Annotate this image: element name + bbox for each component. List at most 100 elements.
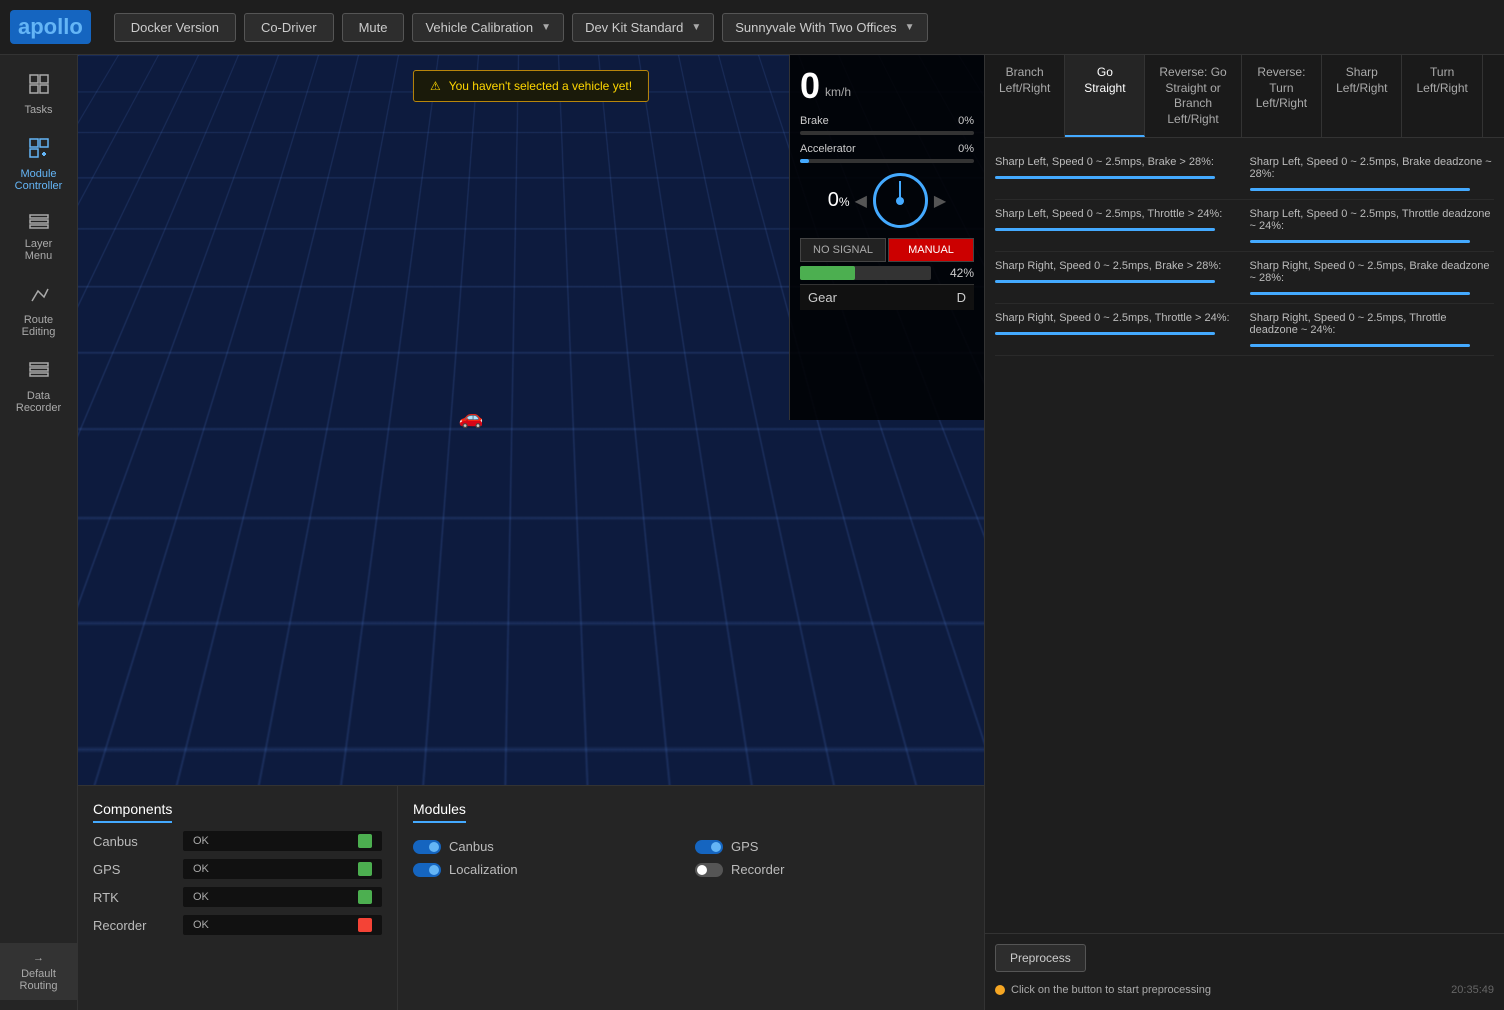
sidebar-item-route-editing[interactable]: RouteEditing: [0, 275, 77, 346]
toggle-thumb: [429, 865, 439, 875]
route-tab[interactable]: BranchLeft/Right: [985, 55, 1065, 137]
warning-text: You haven't selected a vehicle yet!: [449, 79, 632, 93]
calib-right: Sharp Left, Speed 0 ~ 2.5mps, Throttle d…: [1250, 208, 1495, 243]
status-dot: [358, 834, 372, 848]
route-tabs: BranchLeft/RightGoStraightReverse: GoStr…: [985, 55, 1504, 138]
sidebar-item-data-recorder[interactable]: DataRecorder: [0, 351, 77, 422]
component-name: Recorder: [93, 918, 183, 933]
log-dot-icon: [995, 985, 1005, 995]
hud-panel: 0 km/h Brake 0% Accelerator 0%: [789, 55, 984, 420]
route-editing-icon: [28, 283, 50, 310]
status-dot: [358, 862, 372, 876]
left-sidebar: Tasks ModuleController LayerMenu RouteEd…: [0, 55, 78, 1010]
components-title: Components: [93, 801, 172, 823]
layer-menu-icon: [28, 213, 50, 234]
gear-label: Gear: [808, 290, 837, 305]
module-toggle[interactable]: [695, 840, 723, 854]
docker-version-button[interactable]: Docker Version: [114, 13, 236, 42]
sidebar-bottom: → DefaultRouting: [0, 943, 77, 1000]
sidebar-item-tasks[interactable]: Tasks: [0, 65, 77, 124]
calib-left: Sharp Left, Speed 0 ~ 2.5mps, Throttle >…: [995, 208, 1250, 243]
status-dot: [358, 890, 372, 904]
component-status: OK: [183, 915, 382, 935]
sidebar-item-label: LayerMenu: [25, 238, 53, 262]
calibration-row: Sharp Left, Speed 0 ~ 2.5mps, Brake > 28…: [995, 148, 1494, 200]
brake-gauge: [800, 131, 974, 135]
sidebar-item-layer-menu[interactable]: LayerMenu: [0, 205, 77, 270]
calib-label-left: Sharp Left, Speed 0 ~ 2.5mps, Throttle >…: [995, 208, 1240, 220]
component-name: Canbus: [93, 834, 183, 849]
module-toggle[interactable]: [413, 840, 441, 854]
route-tab[interactable]: TurnLeft/Right: [1402, 55, 1482, 137]
tasks-icon: [28, 73, 50, 100]
preprocess-section: Preprocess Click on the button to start …: [985, 933, 1504, 1010]
vehicle-icon: 🚗: [459, 405, 484, 430]
sidebar-item-label: Tasks: [24, 104, 52, 116]
component-status: OK: [183, 887, 382, 907]
dev-kit-dropdown[interactable]: Dev Kit Standard ▼: [572, 13, 714, 42]
co-driver-button[interactable]: Co-Driver: [244, 13, 334, 42]
gear-value: D: [957, 290, 966, 305]
steering-right-icon[interactable]: ▶: [934, 191, 946, 211]
accel-val: 0%: [958, 143, 974, 155]
speed-unit: km/h: [825, 85, 851, 99]
top-nav: apollo Docker Version Co-Driver Mute Veh…: [0, 0, 1504, 55]
accel-fill: [800, 159, 809, 163]
component-row: RTK OK: [93, 887, 382, 907]
module-label: GPS: [731, 839, 758, 854]
modules-title: Modules: [413, 801, 466, 823]
calib-bar: [1250, 240, 1470, 243]
route-tab[interactable]: SharpLeft/Right: [1322, 55, 1402, 137]
module-toggle[interactable]: [695, 863, 723, 877]
status-text: OK: [193, 835, 209, 847]
calib-right: Sharp Right, Speed 0 ~ 2.5mps, Brake dea…: [1250, 260, 1495, 295]
sidebar-item-module-controller[interactable]: ModuleController: [0, 129, 77, 200]
battery-bar: [800, 266, 931, 280]
data-recorder-icon: [28, 359, 50, 386]
calib-right: Sharp Right, Speed 0 ~ 2.5mps, Throttle …: [1250, 312, 1495, 347]
module-toggle[interactable]: [413, 863, 441, 877]
calib-label-right: Sharp Left, Speed 0 ~ 2.5mps, Brake dead…: [1250, 156, 1495, 180]
brake-val: 0%: [958, 115, 974, 127]
calib-bar: [995, 280, 1215, 283]
calib-left: Sharp Right, Speed 0 ~ 2.5mps, Brake > 2…: [995, 260, 1250, 295]
vehicle-calibration-dropdown[interactable]: Vehicle Calibration ▼: [412, 13, 564, 42]
calib-label-right: Sharp Left, Speed 0 ~ 2.5mps, Throttle d…: [1250, 208, 1495, 232]
preprocess-button[interactable]: Preprocess: [995, 944, 1086, 972]
route-tab[interactable]: Reverse:TurnLeft/Right: [1242, 55, 1322, 137]
sidebar-item-default-routing[interactable]: → DefaultRouting: [0, 944, 77, 1000]
calib-bar: [995, 228, 1215, 231]
right-panel: BranchLeft/RightGoStraightReverse: GoStr…: [984, 55, 1504, 1010]
location-dropdown[interactable]: Sunnyvale With Two Offices ▼: [722, 13, 927, 42]
status-text: OK: [193, 891, 209, 903]
chevron-down-icon: ▼: [691, 22, 701, 33]
bottom-panels: Components Canbus OK GPS OK RTK OK Recor…: [78, 785, 984, 1010]
no-signal-button[interactable]: NO SIGNAL: [800, 238, 886, 262]
calib-bar: [1250, 292, 1470, 295]
log-time: 20:35:49: [1451, 984, 1494, 996]
route-tab[interactable]: Reverse: GoStraight orBranchLeft/Right: [1145, 55, 1241, 137]
map-area[interactable]: ⚠ You haven't selected a vehicle yet! 🚗 …: [78, 55, 984, 785]
gear-row: Gear D: [800, 284, 974, 310]
modules-panel: Modules Canbus GPS Localization Recorder: [398, 786, 984, 1010]
center-area: ⚠ You haven't selected a vehicle yet! 🚗 …: [78, 55, 984, 1010]
modules-grid: Canbus GPS Localization Recorder: [413, 839, 969, 877]
routing-icon: →: [33, 952, 44, 964]
steering-left-icon[interactable]: ◀: [855, 191, 867, 211]
apollo-logo: apollo: [10, 10, 91, 44]
preprocess-log: Click on the button to start preprocessi…: [995, 980, 1494, 1000]
steering-needle: [899, 181, 901, 201]
manual-button[interactable]: MANUAL: [888, 238, 974, 262]
component-status: OK: [183, 859, 382, 879]
module-label: Localization: [449, 862, 518, 877]
signal-row: NO SIGNAL MANUAL: [800, 238, 974, 262]
calib-label-right: Sharp Right, Speed 0 ~ 2.5mps, Brake dea…: [1250, 260, 1495, 284]
component-row: Canbus OK: [93, 831, 382, 851]
steering-wheel: [873, 173, 928, 228]
calibration-row: Sharp Left, Speed 0 ~ 2.5mps, Throttle >…: [995, 200, 1494, 252]
calib-right: Sharp Left, Speed 0 ~ 2.5mps, Brake dead…: [1250, 156, 1495, 191]
mute-button[interactable]: Mute: [342, 13, 405, 42]
route-tab[interactable]: GoStraight: [1065, 55, 1145, 137]
component-row: GPS OK: [93, 859, 382, 879]
calib-label-right: Sharp Right, Speed 0 ~ 2.5mps, Throttle …: [1250, 312, 1495, 336]
